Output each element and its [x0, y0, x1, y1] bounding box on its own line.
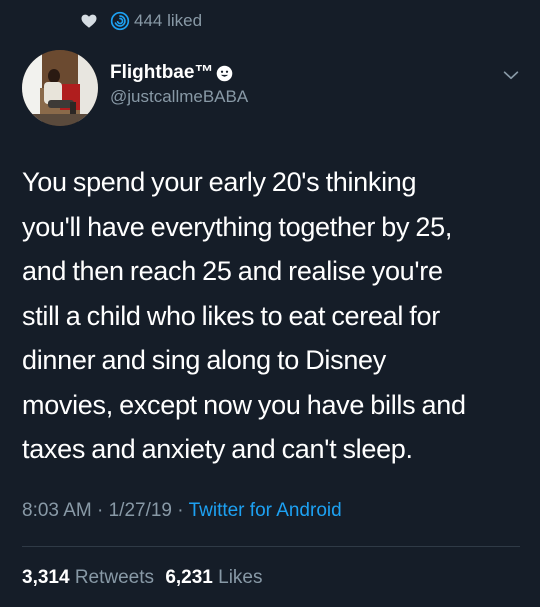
user-handle: @justcallmeBABA: [110, 87, 249, 106]
meta-separator: ·: [91, 500, 109, 521]
author-block[interactable]: Flightbae™ @justcallmeBABA: [110, 62, 248, 108]
divider: [22, 546, 520, 547]
liked-by-row[interactable]: 444 liked: [80, 8, 202, 34]
meta-separator: ·: [172, 500, 189, 521]
tweet-text: You spend your early 20's thinking you'l…: [22, 160, 522, 472]
chevron-down-icon[interactable]: [500, 64, 522, 86]
tweet-text-line: taxes and anxiety and can't sleep.: [22, 434, 413, 464]
likes-count: 6,231: [165, 567, 213, 588]
display-name: Flightbae™: [110, 62, 248, 84]
tweet-text-line: dinner and sing along to Disney: [22, 345, 386, 375]
tweet-text-line: still a child who likes to eat cereal fo…: [22, 300, 440, 331]
retweets-count: 3,314: [22, 567, 70, 588]
retweets-label: Retweets: [74, 567, 155, 588]
avatar[interactable]: [22, 50, 98, 126]
tweet-stats: 3,314 Retweets 6,231 Likes: [22, 565, 263, 591]
likes-stat[interactable]: 6,231 Likes: [165, 567, 262, 588]
tweet-text-line: You spend your early 20's thinking: [22, 167, 417, 197]
display-name-text: Flightbae™: [110, 62, 214, 83]
tweet-header: Flightbae™ @justcallmeBABA: [22, 50, 522, 130]
retweets-stat[interactable]: 3,314 Retweets: [22, 567, 154, 588]
tweet-source-link[interactable]: Twitter for Android: [189, 500, 342, 521]
tweet-meta: 8:03 AM · 1/27/19 · Twitter for Android: [22, 498, 342, 524]
tweet-text-line: movies, except now you have bills and: [22, 389, 466, 420]
heart-icon: [81, 14, 97, 28]
avatar-image: [22, 50, 98, 126]
tweet-date[interactable]: 1/27/19: [109, 500, 172, 521]
tweet-text-line: and then reach 25 and realise you're: [22, 256, 443, 286]
likes-label: Likes: [218, 567, 263, 588]
liked-count-label: 444 liked: [134, 11, 203, 30]
tweet-time[interactable]: 8:03 AM: [22, 500, 92, 521]
swirl-icon: [110, 11, 130, 31]
tweet-text-line: you'll have everything together by 25,: [22, 211, 453, 242]
smiley-icon: [217, 65, 233, 81]
